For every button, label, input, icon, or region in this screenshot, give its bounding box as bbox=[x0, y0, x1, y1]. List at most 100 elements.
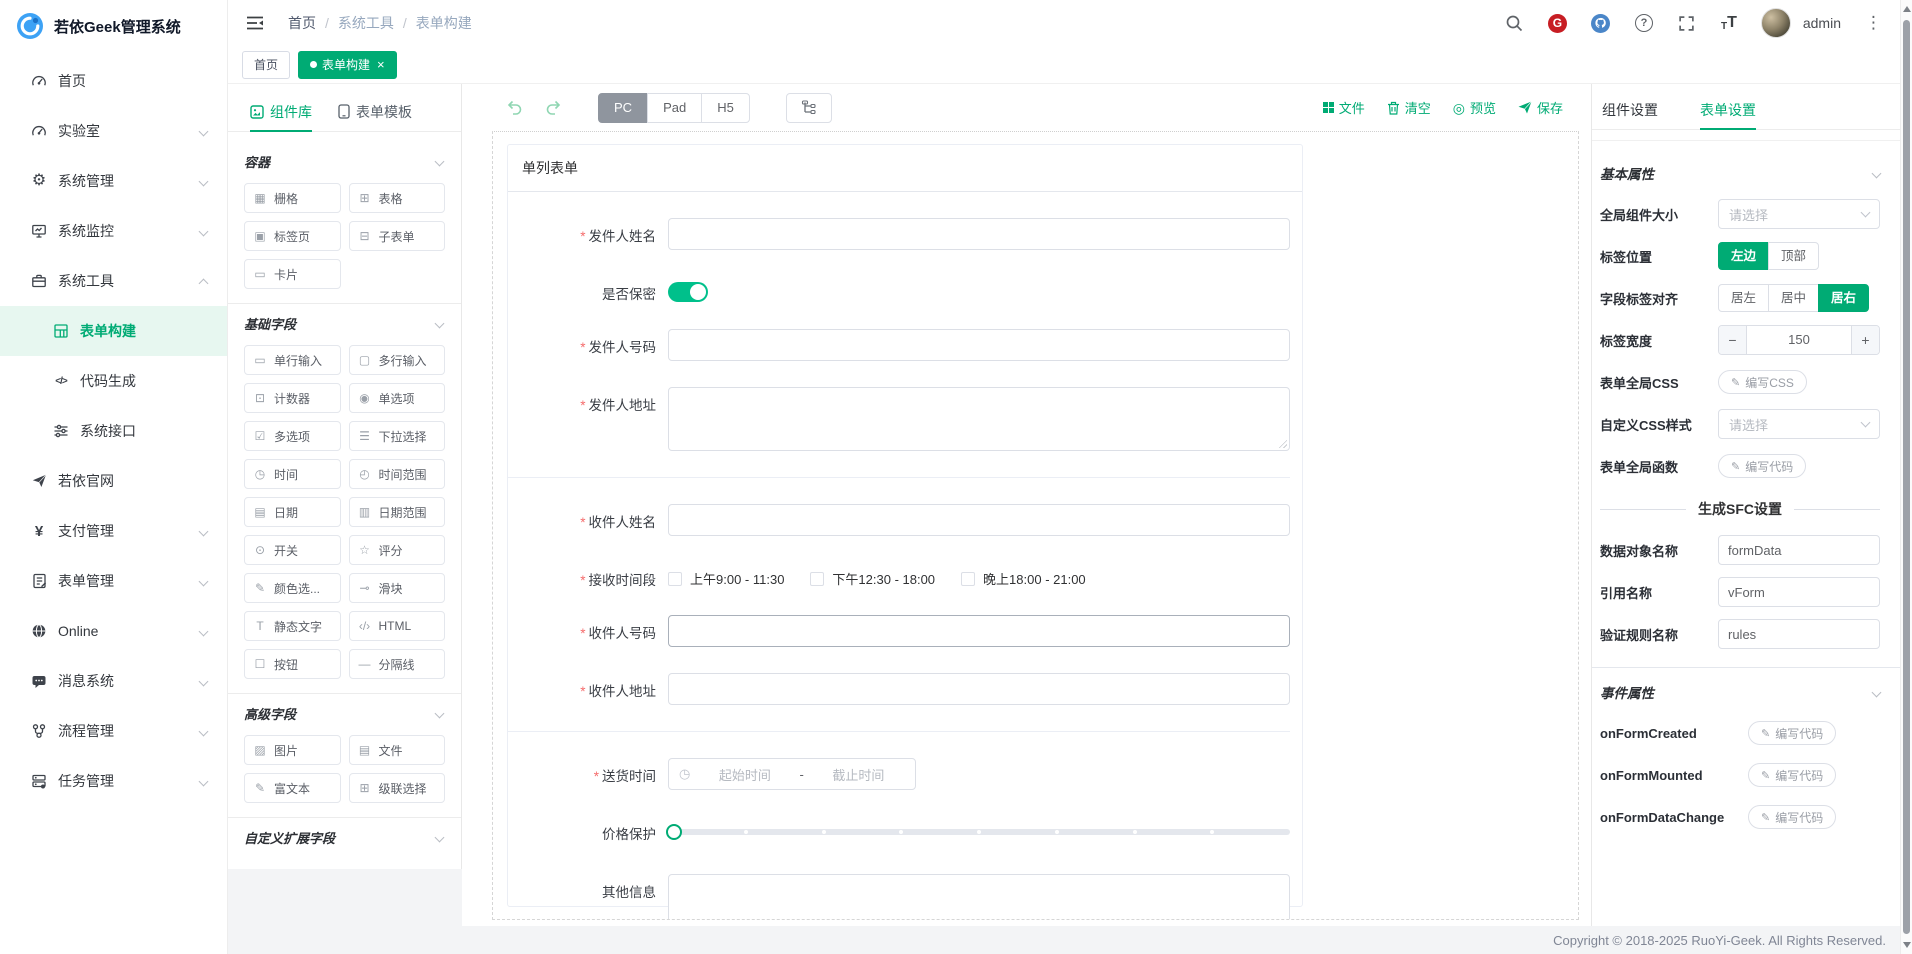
sidebar-collapse-button[interactable] bbox=[246, 15, 264, 31]
library-item-rate[interactable]: ☆评分 bbox=[349, 535, 446, 565]
scrollbar-thumb[interactable] bbox=[1903, 20, 1910, 934]
tab-component-library[interactable]: 组件库 bbox=[250, 92, 312, 131]
checkbox-icon[interactable] bbox=[810, 572, 824, 586]
save-button[interactable]: 保存 bbox=[1518, 98, 1563, 117]
fullscreen-icon[interactable] bbox=[1677, 13, 1697, 33]
library-section-title[interactable]: 高级字段 bbox=[244, 704, 445, 723]
segment-option[interactable]: 居中 bbox=[1768, 284, 1819, 312]
library-item-color-picker[interactable]: ✎颜色选... bbox=[244, 573, 341, 603]
edit-code-button[interactable]: ✎编写代码 bbox=[1748, 721, 1836, 745]
sidebar-item-briefcase[interactable]: 系统工具 bbox=[0, 256, 227, 306]
tab-form-templates[interactable]: 表单模板 bbox=[338, 92, 412, 131]
kebab-menu-icon[interactable]: ⋮ bbox=[1865, 13, 1882, 33]
sidebar-item-yen[interactable]: ¥支付管理 bbox=[0, 506, 227, 556]
sidebar-item-gauge[interactable]: 实验室 bbox=[0, 106, 227, 156]
section-basic-properties[interactable]: 基本属性 bbox=[1600, 163, 1880, 183]
checkbox-icon[interactable] bbox=[961, 572, 975, 586]
outline-tree-button[interactable] bbox=[786, 93, 832, 123]
font-size-icon[interactable]: TT bbox=[1721, 14, 1737, 32]
library-item-time-range[interactable]: ◴时间范围 bbox=[349, 459, 446, 489]
segment-option[interactable]: 顶部 bbox=[1768, 242, 1819, 270]
edit-code-button[interactable]: ✎编写代码 bbox=[1718, 454, 1806, 478]
breadcrumb-item-tools[interactable]: 系统工具 bbox=[338, 13, 394, 33]
tag-form-builder[interactable]: 表单构建 × bbox=[298, 51, 397, 79]
device-pad-button[interactable]: Pad bbox=[647, 93, 702, 123]
library-item-button[interactable]: ☐按钮 bbox=[244, 649, 341, 679]
library-item-picture[interactable]: ▨图片 bbox=[244, 735, 341, 765]
textarea-input[interactable] bbox=[668, 874, 1290, 920]
stepper-plus-button[interactable]: + bbox=[1851, 326, 1879, 354]
sidebar-item-gauge[interactable]: 首页 bbox=[0, 56, 227, 106]
username[interactable]: admin bbox=[1803, 15, 1841, 31]
sidebar-item-globe[interactable]: Online bbox=[0, 606, 227, 656]
edit-code-button[interactable]: ✎编写代码 bbox=[1748, 805, 1836, 829]
library-item-textarea[interactable]: ▢多行输入 bbox=[349, 345, 446, 375]
library-item-date[interactable]: ▤日期 bbox=[244, 497, 341, 527]
github-icon[interactable] bbox=[1591, 13, 1611, 33]
checkbox-option[interactable]: 上午9:00 - 11:30 bbox=[668, 569, 784, 588]
sidebar-item-form-doc[interactable]: 表单管理 bbox=[0, 556, 227, 606]
tag-home[interactable]: 首页 bbox=[242, 51, 290, 79]
library-item-switch[interactable]: ⊙开关 bbox=[244, 535, 341, 565]
library-item-time[interactable]: ◷时间 bbox=[244, 459, 341, 489]
library-item-select[interactable]: ☰下拉选择 bbox=[349, 421, 446, 451]
sidebar-item-form-grid[interactable]: 表单构建 bbox=[0, 306, 227, 356]
tab-component-settings[interactable]: 组件设置 bbox=[1602, 90, 1658, 129]
scroll-down-arrow[interactable] bbox=[1903, 942, 1911, 948]
library-section-title[interactable]: 自定义扩展字段 bbox=[244, 828, 445, 847]
library-item-slider[interactable]: ⊸滑块 bbox=[349, 573, 446, 603]
text-input[interactable] bbox=[668, 504, 1290, 536]
library-item-number[interactable]: ⊡计数器 bbox=[244, 383, 341, 413]
library-item-file[interactable]: ▤文件 bbox=[349, 735, 446, 765]
library-item-grid[interactable]: ▦栅格 bbox=[244, 183, 341, 213]
edit-code-button[interactable]: ✎编写CSS bbox=[1718, 370, 1807, 394]
library-item-date-range[interactable]: ▥日期范围 bbox=[349, 497, 446, 527]
checkbox-option[interactable]: 下午12:30 - 18:00 bbox=[810, 569, 935, 588]
library-item-input[interactable]: ▭单行输入 bbox=[244, 345, 341, 375]
library-item-html[interactable]: ‹/›HTML bbox=[349, 611, 446, 641]
segment-option[interactable]: 左边 bbox=[1718, 242, 1769, 270]
stepper-value[interactable]: 150 bbox=[1747, 326, 1851, 354]
text-input[interactable] bbox=[668, 218, 1290, 250]
library-item-card[interactable]: ▭卡片 bbox=[244, 259, 341, 289]
slider-handle[interactable] bbox=[666, 824, 682, 840]
library-item-checkbox[interactable]: ☑多选项 bbox=[244, 421, 341, 451]
help-icon[interactable]: ? bbox=[1635, 14, 1653, 32]
segment-option[interactable]: 居右 bbox=[1818, 284, 1869, 312]
preview-button[interactable]: ◎ 预览 bbox=[1453, 98, 1496, 117]
section-event-properties[interactable]: 事件属性 bbox=[1600, 682, 1880, 702]
slider[interactable] bbox=[668, 816, 1290, 848]
tag-close-icon[interactable]: × bbox=[377, 57, 385, 72]
library-item-table[interactable]: ⊞表格 bbox=[349, 183, 446, 213]
library-item-rich-text[interactable]: ✎富文本 bbox=[244, 773, 341, 803]
sidebar-item-flow[interactable]: 流程管理 bbox=[0, 706, 227, 756]
device-h5-button[interactable]: H5 bbox=[701, 93, 750, 123]
library-item-tabs[interactable]: ▣标签页 bbox=[244, 221, 341, 251]
undo-icon[interactable] bbox=[506, 100, 523, 115]
time-range-picker[interactable]: ◷起始时间-截止时间 bbox=[668, 758, 916, 790]
library-item-cascader[interactable]: ⊞级联选择 bbox=[349, 773, 446, 803]
text-input[interactable] bbox=[668, 673, 1290, 705]
checkbox-icon[interactable] bbox=[668, 572, 682, 586]
library-item-subform[interactable]: ⊟子表单 bbox=[349, 221, 446, 251]
gitee-icon[interactable]: G bbox=[1548, 14, 1567, 33]
toggle-switch[interactable] bbox=[668, 282, 708, 302]
select-input[interactable]: 请选择 bbox=[1718, 409, 1880, 439]
edit-code-button[interactable]: ✎编写代码 bbox=[1748, 763, 1836, 787]
segment-option[interactable]: 居左 bbox=[1718, 284, 1769, 312]
page-scrollbar[interactable] bbox=[1900, 0, 1912, 954]
checkbox-option[interactable]: 晚上18:00 - 21:00 bbox=[961, 569, 1086, 588]
sidebar-item-server[interactable]: 任务管理 bbox=[0, 756, 227, 806]
file-button[interactable]: 文件 bbox=[1323, 98, 1365, 117]
sfc-text-input[interactable] bbox=[1718, 535, 1880, 565]
scroll-up-arrow[interactable] bbox=[1903, 6, 1911, 12]
app-logo[interactable]: 若依Geek管理系统 bbox=[0, 0, 227, 52]
sidebar-item-monitor[interactable]: 系统监控 bbox=[0, 206, 227, 256]
text-input[interactable] bbox=[668, 615, 1290, 647]
sidebar-item-message[interactable]: 消息系统 bbox=[0, 656, 227, 706]
sfc-text-input[interactable] bbox=[1718, 619, 1880, 649]
sidebar-item-gear[interactable]: ⚙系统管理 bbox=[0, 156, 227, 206]
sidebar-item-sliders[interactable]: 系统接口 bbox=[0, 406, 227, 456]
sidebar-item-send[interactable]: 若依官网 bbox=[0, 456, 227, 506]
search-icon[interactable] bbox=[1504, 13, 1524, 33]
